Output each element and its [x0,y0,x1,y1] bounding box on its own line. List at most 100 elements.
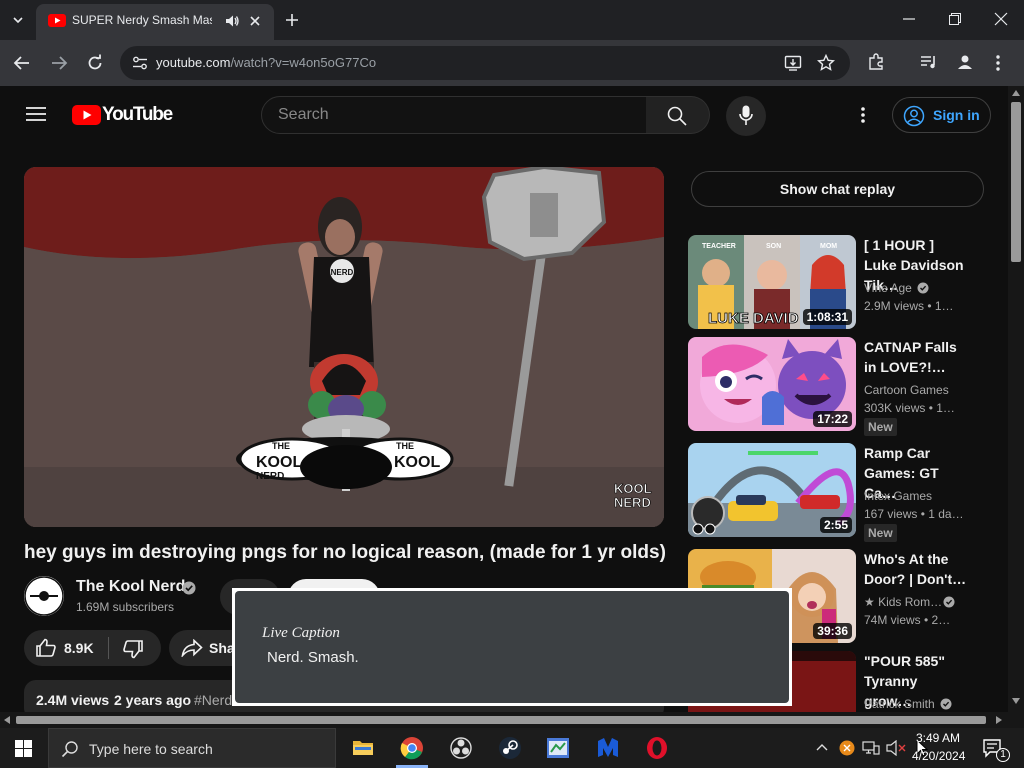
recommendation-thumbnail[interactable]: TEACHER SON MOM LUKE DAVID 1:08:31 [688,235,856,329]
browser-menu-icon[interactable] [995,54,1001,72]
guide-menu-icon[interactable] [26,106,46,122]
site-settings-icon[interactable] [132,56,148,70]
verified-badge-icon [940,698,952,710]
clock-date[interactable]: 4/20/2024 [912,749,965,763]
profile-icon[interactable] [956,53,974,71]
horizontal-scrollbar[interactable] [0,712,1008,728]
search-input[interactable]: Search [261,96,647,134]
channel-name[interactable]: The Kool Nerd [76,578,185,596]
video-player[interactable]: NERD THE KOOL NERD THE KOOL KOOL NERD [24,167,664,527]
new-tab-icon[interactable] [284,12,300,28]
opera-taskbar-icon[interactable] [646,736,668,760]
verified-badge-icon [943,596,955,608]
tray-app-orange-icon[interactable] [839,740,855,756]
new-badge: New [864,524,897,542]
chrome-taskbar-icon[interactable] [400,736,424,760]
bookmark-star-icon[interactable] [817,54,835,72]
plate-left-text-line3: NERD [256,471,284,482]
recommendation-meta: 2.9M views • 1… [864,299,954,313]
recommendation-channel: Patrick Smith [864,697,935,711]
duration-badge: 17:22 [813,411,852,427]
recommendation-channel: Intex Games [864,489,933,503]
url-text[interactable]: youtube.com/watch?v=w4on5oG77Co [156,55,376,70]
recommendation-thumbnail[interactable]: 2:55 [688,443,856,537]
paint-app-taskbar-icon[interactable] [546,736,570,760]
horizontal-scroll-thumb[interactable] [16,716,986,724]
tab-audio-icon[interactable] [224,13,240,29]
share-arrow-icon [181,639,203,657]
recommendation-meta: 74M views • 2… [864,613,951,627]
install-app-icon[interactable] [784,54,802,72]
address-bar[interactable]: youtube.com/watch?v=w4on5oG77Co [120,46,850,80]
video-title: hey guys im destroying pngs for no logic… [24,542,666,563]
microphone-icon [739,105,753,127]
live-caption-title: Live Caption [262,625,340,641]
thumbs-up-icon [35,638,57,658]
search-button[interactable] [646,96,710,134]
duration-badge: 2:55 [819,517,852,533]
scroll-down-arrow-icon[interactable] [1012,698,1020,704]
sign-in-button[interactable]: Sign in [892,97,991,133]
recommendation-item[interactable]: 2:55 Ramp Car Games: GT Ca… Intex Games … [688,443,1008,542]
reload-icon[interactable] [86,54,104,72]
scroll-up-arrow-icon[interactable] [1012,90,1020,96]
live-caption-window[interactable]: Live Caption Nerd. Smash. [232,588,792,706]
browser-tab-strip: SUPER Nerdy Smash Mash [0,0,1024,40]
shirt-logo-text: NERD [331,268,354,277]
minimize-window-icon[interactable] [902,12,916,26]
back-arrow-icon[interactable] [13,55,31,71]
windows-taskbar: Type here to search 3:49 AM 4/20/2024 1 [0,728,1024,768]
settings-kebab-icon[interactable] [860,106,866,124]
recommendation-item[interactable]: TEACHER SON MOM LUKE DAVID 1:08:31 [ 1 H… [688,235,1008,331]
show-chat-replay-button[interactable]: Show chat replay [691,171,984,207]
recommendation-channel: ★ Kids Rom… [864,595,943,609]
search-placeholder: Search [278,106,329,123]
scroll-right-arrow-icon[interactable] [996,716,1002,724]
show-hidden-icons-chevron-icon[interactable] [816,742,828,752]
recommendation-thumbnail[interactable]: 17:22 [688,337,856,431]
duration-badge: 1:08:31 [802,309,852,325]
media-controls-icon[interactable] [920,54,938,70]
network-icon[interactable] [862,741,880,755]
forward-arrow-icon[interactable] [50,55,68,71]
account-circle-icon [903,105,925,127]
recommendation-meta: 303K views • 1… [864,401,955,415]
file-explorer-icon[interactable] [352,737,374,757]
recommendation-channel: Vine Age [864,281,912,295]
recommendation-item[interactable]: 17:22 CATNAP Falls in LOVE?!… Cartoon Ga… [688,337,1008,436]
hashtag-link[interactable]: #Nerd [194,692,232,708]
youtube-wordmark: YouTube [102,104,173,125]
plate-left-text-line2: KOOL [256,454,302,471]
malwarebytes-taskbar-icon[interactable] [596,737,620,759]
new-badge: New [864,418,897,436]
channel-avatar[interactable] [24,576,64,616]
thumbs-down-icon [122,639,144,659]
tab-search-dropdown-icon[interactable] [10,12,26,28]
active-tab[interactable]: SUPER Nerdy Smash Mash [36,4,274,40]
like-button[interactable]: 8.9K [24,630,108,666]
vertical-scroll-thumb[interactable] [1011,102,1021,262]
kool-nerd-watermark-line2: NERD [614,495,651,510]
thumb-caption-text: LUKE DAVID [708,310,799,327]
voice-search-button[interactable] [726,96,766,136]
steam-taskbar-icon[interactable] [498,736,522,760]
search-icon [667,106,687,126]
close-window-icon[interactable] [994,12,1008,26]
verified-badge-icon [917,282,929,294]
clock-time[interactable]: 3:49 AM [916,731,960,745]
live-caption-text: Nerd. Smash. [267,649,359,666]
obs-taskbar-icon[interactable] [450,737,472,759]
search-icon [61,740,79,758]
subscriber-count: 1.69M subscribers [76,600,175,614]
restore-window-icon[interactable] [948,12,962,26]
windows-start-icon[interactable] [15,740,32,757]
tab-close-icon[interactable] [248,14,262,28]
scroll-left-arrow-icon[interactable] [4,716,10,724]
extensions-icon[interactable] [867,53,885,71]
dislike-button[interactable] [109,630,161,666]
youtube-logo[interactable]: YouTube [72,104,173,128]
volume-muted-icon[interactable] [886,740,906,756]
taskbar-search-box[interactable]: Type here to search [48,728,336,768]
vertical-scrollbar[interactable] [1008,86,1024,728]
tab-title: SUPER Nerdy Smash Mash [72,13,212,27]
